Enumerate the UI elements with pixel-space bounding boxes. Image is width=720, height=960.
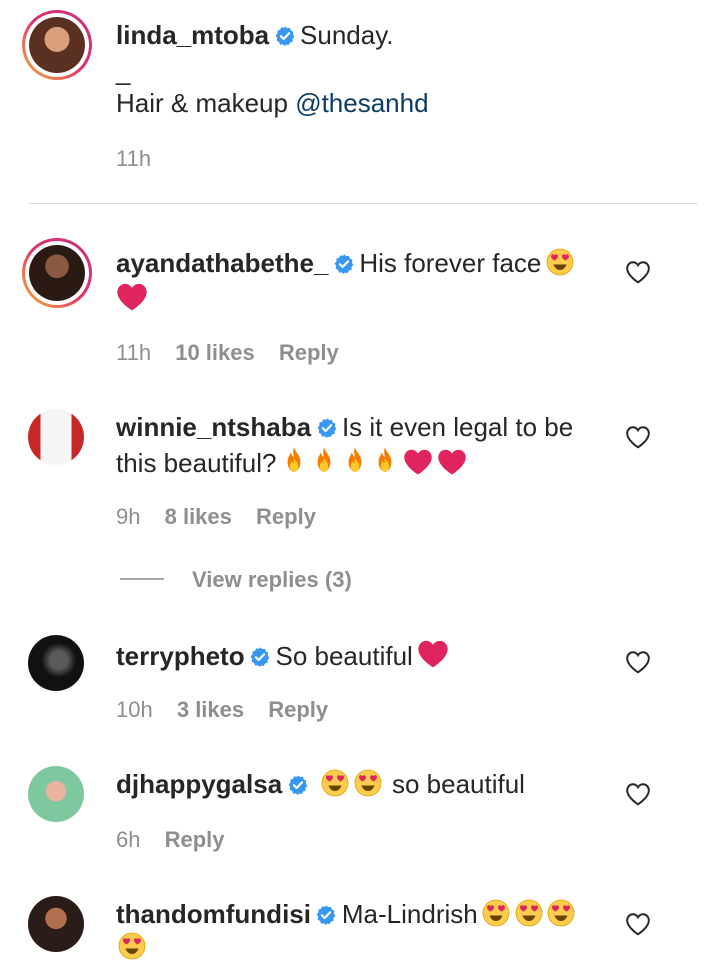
- reply-button[interactable]: Reply: [268, 697, 328, 722]
- comment-header: djhappygalsa so beautiful: [116, 769, 525, 801]
- heart-eyes-emoji-icon: [547, 899, 575, 927]
- verified-icon: [249, 646, 271, 668]
- likes-count[interactable]: 8 likes: [165, 504, 232, 529]
- caption-time: 11h: [116, 146, 152, 171]
- reply-button[interactable]: Reply: [279, 340, 339, 365]
- caption-text-line3: Hair & makeup @thesanhd: [116, 88, 429, 119]
- comment-username[interactable]: winnie_ntshaba: [116, 412, 311, 442]
- comment-line2: this beautiful?: [116, 446, 467, 479]
- heart-eyes-emoji-icon: [354, 769, 382, 797]
- heart-eyes-emoji-icon: [482, 899, 510, 927]
- caption-header: linda_mtoba Sunday.: [116, 20, 394, 52]
- like-heart-icon[interactable]: [625, 425, 651, 449]
- comment-text-line2: this beautiful?: [116, 448, 277, 478]
- fire-emoji-icon: [342, 446, 368, 476]
- comment-username[interactable]: djhappygalsa: [116, 769, 282, 799]
- replies-divider-line: [120, 578, 164, 580]
- mention-link[interactable]: @thesanhd: [295, 88, 428, 118]
- comment-header: ayandathabethe_ His forever face: [116, 248, 574, 280]
- comment-time: 6h: [116, 827, 141, 852]
- red-heart-emoji-icon: [403, 448, 433, 476]
- avatar[interactable]: [29, 17, 85, 73]
- red-heart-emoji-icon: [417, 639, 449, 669]
- heart-eyes-emoji-icon: [321, 769, 349, 797]
- comment-meta: 10h 3 likes Reply: [116, 697, 328, 723]
- red-heart-emoji-icon: [437, 448, 467, 476]
- likes-count[interactable]: 10 likes: [175, 340, 255, 365]
- caption-text-prefix: Hair & makeup: [116, 88, 296, 118]
- comment-header: terrypheto So beautiful: [116, 639, 449, 671]
- avatar[interactable]: [28, 896, 84, 952]
- comment-text-line1: Is it even legal to be: [341, 412, 574, 442]
- heart-eyes-emoji-icon: [118, 932, 146, 960]
- comment-text: Ma-Lindrish: [341, 899, 478, 929]
- verified-icon: [333, 253, 355, 275]
- comment-username[interactable]: ayandathabethe_: [116, 248, 328, 278]
- reply-button[interactable]: Reply: [165, 827, 225, 852]
- comment-meta: 9h 8 likes Reply: [116, 504, 316, 530]
- fire-emoji-icon: [311, 446, 337, 476]
- verified-icon: [315, 904, 337, 926]
- comment-time: 9h: [116, 504, 141, 529]
- avatar[interactable]: [28, 409, 84, 465]
- avatar[interactable]: [28, 766, 84, 822]
- reply-button[interactable]: Reply: [256, 504, 316, 529]
- fire-emoji-icon: [372, 446, 398, 476]
- like-heart-icon[interactable]: [625, 912, 651, 936]
- heart-eyes-emoji-icon: [515, 899, 543, 927]
- comment-time: 11h: [116, 340, 152, 365]
- comment-header: thandomfundisi Ma-Lindrish: [116, 899, 575, 931]
- comment-text: His forever face: [359, 248, 542, 278]
- like-heart-icon[interactable]: [625, 650, 651, 674]
- verified-icon: [287, 774, 309, 796]
- comment-text: so beautiful: [391, 769, 525, 799]
- verified-icon: [316, 417, 338, 439]
- comment-header: winnie_ntshaba Is it even legal to be: [116, 412, 573, 444]
- heart-eyes-emoji-icon: [546, 248, 574, 276]
- like-heart-icon[interactable]: [625, 782, 651, 806]
- comment-meta: 6h Reply: [116, 827, 225, 853]
- likes-count[interactable]: 3 likes: [177, 697, 244, 722]
- comment-username[interactable]: terrypheto: [116, 641, 245, 671]
- like-heart-icon[interactable]: [625, 260, 651, 284]
- caption-username[interactable]: linda_mtoba: [116, 20, 269, 50]
- avatar[interactable]: [28, 635, 84, 691]
- comment-text: So beautiful: [275, 641, 413, 671]
- comment-username[interactable]: thandomfundisi: [116, 899, 311, 929]
- red-heart-emoji-icon: [116, 282, 148, 312]
- view-replies-label: View replies (3): [192, 567, 352, 592]
- fire-emoji-icon: [281, 446, 307, 476]
- verified-icon: [274, 25, 296, 47]
- comment-time: 10h: [116, 697, 153, 722]
- comment-meta: 11h 10 likes Reply: [116, 340, 339, 366]
- caption-text-line1: Sunday.: [300, 20, 394, 50]
- divider: [28, 203, 698, 204]
- avatar[interactable]: [29, 245, 85, 301]
- caption-text-line2: _: [116, 56, 131, 86]
- view-replies-button[interactable]: View replies (3): [192, 567, 352, 593]
